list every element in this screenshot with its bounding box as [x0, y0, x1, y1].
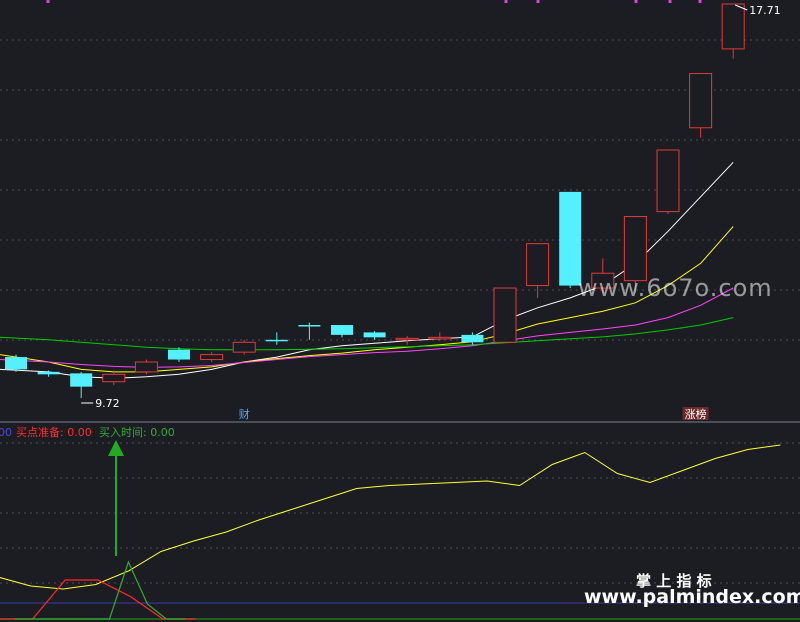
- candle-body-up: [395, 337, 419, 341]
- candle: [689, 73, 713, 138]
- candle: [493, 287, 517, 343]
- candle: [200, 352, 224, 363]
- candle: [134, 359, 158, 375]
- top-marker-dot: [504, 0, 508, 3]
- candle-body-down: [70, 373, 93, 387]
- candle-body-down: [559, 191, 582, 286]
- candle: [298, 322, 321, 340]
- candle-body-up: [428, 336, 452, 340]
- candle: [363, 330, 386, 340]
- candle: [5, 354, 27, 372]
- top-marker-dot: [668, 0, 672, 3]
- candle-body-up: [656, 149, 680, 213]
- candle-body-down: [168, 349, 190, 360]
- stock-chart-window: 17.71 9.72 财 涨榜 00 买点准备: 0.00 买入时间: 0.00 www.6…: [0, 0, 800, 622]
- sub-legend-item: 买入时间: 0.00: [99, 426, 175, 439]
- candle-body-up: [623, 216, 647, 282]
- candle: [721, 3, 745, 59]
- candle: [265, 332, 288, 345]
- watermark-top: www.6o7o.com: [578, 274, 773, 302]
- moving-average-line-1: [0, 161, 734, 379]
- candle-body-down: [363, 332, 386, 338]
- candle-body-up: [493, 287, 517, 343]
- candle-body-down: [5, 357, 27, 370]
- candle: [656, 149, 680, 215]
- brand-watermark-url: www.palmindex.com: [584, 586, 800, 608]
- candle-body-up: [102, 373, 126, 383]
- low-price-label: 9.72: [95, 397, 120, 410]
- candle-body-up: [526, 243, 550, 287]
- event-marker-label: 财: [239, 407, 250, 421]
- candle-body-down: [37, 371, 60, 375]
- candle: [395, 335, 419, 345]
- candle: [102, 370, 126, 386]
- sub-legend-item: 买点准备: 0.00: [16, 425, 92, 439]
- candle-body-down: [298, 325, 321, 327]
- candle-body-down: [265, 339, 288, 342]
- top-marker-dot: [698, 0, 702, 3]
- candlestick-indicator-chart: 17.71 9.72 财 涨榜 00 买点准备: 0.00 买入时间: 0.00: [0, 0, 800, 620]
- candle-body-up: [200, 354, 224, 361]
- candle: [232, 339, 256, 355]
- sub-legend-item: 00: [0, 426, 12, 439]
- top-marker-dot: [634, 0, 638, 3]
- indicator-line-yellow: [0, 444, 781, 590]
- candle: [70, 371, 93, 398]
- buy-signal-arrow-head: [108, 440, 124, 456]
- candle-body-up: [134, 361, 158, 373]
- event-marker-label: 涨榜: [685, 407, 707, 421]
- candle-body-up: [689, 73, 713, 129]
- indicator-line-green: [15, 560, 186, 620]
- candle: [331, 325, 353, 338]
- top-marker-dot: [46, 0, 50, 3]
- top-marker-dot: [536, 0, 540, 3]
- candle-body-up: [232, 341, 256, 353]
- candle-body-down: [461, 334, 484, 343]
- candle-body-up: [721, 3, 745, 50]
- high-price-label: 17.71: [749, 4, 781, 17]
- candle-body-down: [331, 325, 353, 335]
